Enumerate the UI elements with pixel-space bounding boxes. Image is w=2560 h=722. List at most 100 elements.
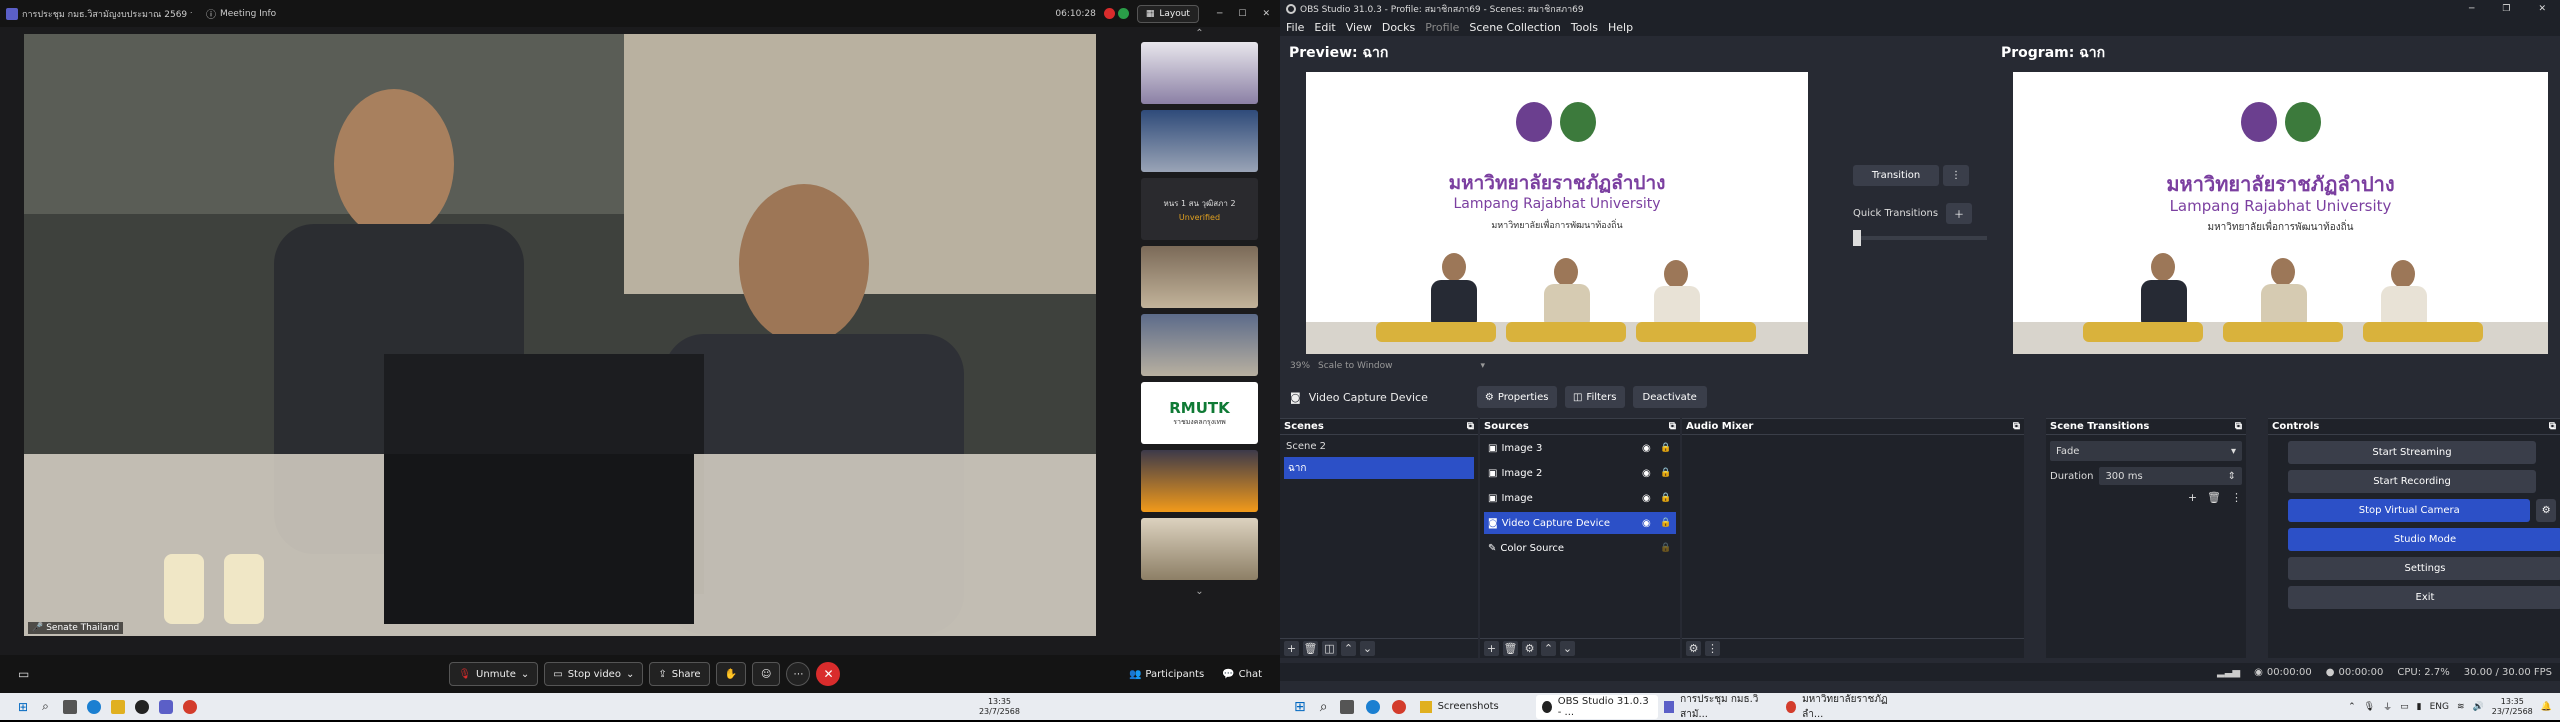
menu-view[interactable]: View (1346, 21, 1372, 34)
gear-icon[interactable]: ⚙ (1686, 641, 1701, 656)
kebab-icon[interactable]: ⋮ (2231, 491, 2242, 504)
preview-canvas[interactable]: มหาวิทยาลัยราชภัฏลำปาง Lampang Rajabhat … (1306, 72, 1808, 354)
minimize-icon[interactable]: ─ (1217, 9, 1222, 19)
menu-docks[interactable]: Docks (1382, 21, 1415, 34)
minimize-icon[interactable]: ─ (2469, 4, 2474, 14)
scene-item-selected[interactable]: ฉาก (1284, 457, 1474, 479)
lock-icon[interactable]: 🔒 (1660, 543, 1676, 553)
start-streaming-button[interactable]: Start Streaming (2288, 441, 2536, 464)
maximize-icon[interactable]: ❐ (2502, 4, 2510, 14)
move-down-icon[interactable]: ⌄ (1360, 641, 1375, 656)
move-up-icon[interactable]: ⌃ (1541, 641, 1556, 656)
wifi-icon[interactable]: ≋ (2457, 702, 2465, 712)
menu-tools[interactable]: Tools (1571, 21, 1598, 34)
gallery-down-icon[interactable]: ⌄ (1141, 586, 1258, 597)
notification-icon[interactable]: 🔔 (2541, 702, 2552, 712)
participant-tile[interactable] (1141, 314, 1258, 376)
windows-start-icon[interactable]: ⊞ (18, 700, 28, 714)
move-down-icon[interactable]: ⌄ (1560, 641, 1575, 656)
edge-icon[interactable] (1365, 699, 1380, 714)
undock-icon[interactable]: ⧉ (2549, 421, 2556, 432)
task-view-icon[interactable] (1339, 699, 1354, 714)
exit-button[interactable]: Exit (2288, 586, 2560, 609)
undock-icon[interactable]: ⧉ (2013, 421, 2020, 432)
settings-button[interactable]: Settings (2288, 557, 2560, 580)
undock-icon[interactable]: ⧉ (1467, 421, 1474, 432)
menu-scene-collection[interactable]: Scene Collection (1469, 21, 1560, 34)
taskbar-app-chrome[interactable]: มหาวิทยาลัยราชภัฏลำ... (1780, 694, 1902, 720)
obs-taskbar-icon[interactable] (134, 699, 149, 714)
undock-icon[interactable]: ⧉ (1669, 421, 1676, 432)
volume-icon[interactable]: 🔊 (2473, 702, 2484, 712)
maximize-icon[interactable]: ☐ (1238, 9, 1246, 19)
participant-tile[interactable] (1141, 246, 1258, 308)
lock-icon[interactable]: 🔒 (1660, 493, 1676, 503)
transition-type-select[interactable]: Fade ▾ (2050, 441, 2242, 461)
virtual-camera-settings-button[interactable]: ⚙ (2536, 499, 2556, 522)
participant-tile[interactable] (1141, 42, 1258, 104)
reactions-button[interactable]: ☺ (752, 662, 781, 686)
search-icon[interactable]: ⌕ (1320, 699, 1328, 715)
usb-icon[interactable]: ⏚ (2383, 700, 2392, 713)
menu-file[interactable]: File (1286, 21, 1304, 34)
share-button[interactable]: ⇪ Share (649, 662, 710, 686)
eye-icon[interactable]: ◉ (1642, 443, 1656, 454)
source-item-selected[interactable]: ◙ Video Capture Device ◉ 🔒 (1484, 512, 1676, 534)
task-view-icon[interactable] (62, 699, 77, 714)
menu-edit[interactable]: Edit (1314, 21, 1335, 34)
lock-icon[interactable]: 🔒 (1660, 443, 1676, 453)
close-icon[interactable]: ✕ (2538, 4, 2546, 14)
captions-icon[interactable]: ▭ (18, 667, 29, 681)
more-button[interactable]: ⋯ (786, 662, 811, 686)
deactivate-button[interactable]: Deactivate (1632, 386, 1707, 408)
move-up-icon[interactable]: ⌃ (1341, 641, 1356, 656)
scale-mode-select[interactable]: Scale to Window (1318, 361, 1392, 371)
chat-button[interactable]: 💬 Chat (1222, 669, 1262, 680)
battery-icon[interactable]: ▮ (2417, 702, 2422, 712)
leave-button[interactable]: ✕ (816, 662, 841, 686)
start-recording-button[interactable]: Start Recording (2288, 470, 2536, 493)
trash-icon[interactable]: 🗑 (2207, 491, 2221, 504)
language-indicator[interactable]: ENG (2430, 702, 2449, 712)
kebab-icon[interactable]: ⋮ (1705, 641, 1720, 656)
chevron-up-icon[interactable]: ⌃ (2348, 702, 2356, 712)
transition-slider[interactable] (1853, 230, 1987, 246)
gallery-up-icon[interactable]: ⌃ (1141, 28, 1258, 42)
trash-icon[interactable]: 🗑 (1303, 641, 1318, 656)
chrome-icon[interactable] (182, 699, 197, 714)
chevron-down-icon[interactable]: ▾ (1480, 361, 1485, 371)
filter-icon[interactable]: ◫ (1322, 641, 1337, 656)
layout-button[interactable]: ▦ Layout (1136, 4, 1199, 23)
slider-handle[interactable] (1853, 230, 1861, 246)
source-item[interactable]: ▣ Image 3 ◉ 🔒 (1484, 437, 1676, 459)
participant-tile[interactable]: หนร 1 สน วุฒิสภา 2 Unverified (1141, 178, 1258, 240)
add-icon[interactable]: + (1484, 641, 1499, 656)
source-item[interactable]: ✎ Color Source 🔒 (1484, 537, 1676, 559)
file-explorer-icon[interactable] (110, 699, 125, 714)
taskbar-app-teams[interactable]: การประชุม กมธ.วิสามั... (1658, 694, 1780, 720)
add-icon[interactable]: + (2188, 491, 2197, 504)
network-icon[interactable]: ▭ (2400, 702, 2409, 712)
participants-button[interactable]: 👥 Participants (1129, 669, 1204, 680)
meeting-info-button[interactable]: Meeting Info (220, 9, 276, 19)
teams-taskbar-icon[interactable] (158, 699, 173, 714)
participant-tile[interactable]: RMUTK ราชมงคลกรุงเทพ (1141, 382, 1258, 444)
taskbar-app-screenshots[interactable]: Screenshots (1414, 695, 1536, 719)
menu-help[interactable]: Help (1608, 21, 1633, 34)
lock-icon[interactable]: 🔒 (1660, 468, 1676, 478)
eye-icon[interactable]: ◉ (1642, 518, 1656, 529)
transition-button[interactable]: Transition (1853, 165, 1939, 186)
right-clock[interactable]: 13:35 23/7/2568 (2492, 697, 2533, 717)
eye-icon[interactable]: ◉ (1642, 468, 1656, 479)
source-item[interactable]: ▣ Image 2 ◉ 🔒 (1484, 462, 1676, 484)
spinner-icon[interactable]: ⇕ (2228, 471, 2236, 482)
studio-mode-button[interactable]: Studio Mode (2288, 528, 2560, 551)
eye-icon[interactable]: ◉ (1642, 493, 1656, 504)
filters-button[interactable]: ◫ Filters (1564, 386, 1625, 408)
chrome-icon[interactable] (1391, 699, 1406, 714)
transition-more-button[interactable]: ⋮ (1943, 165, 1969, 186)
raise-hand-button[interactable]: ✋ (715, 662, 747, 686)
duration-input[interactable]: 300 ms ⇕ (2099, 467, 2242, 485)
edge-icon[interactable] (86, 699, 101, 714)
participant-tile[interactable] (1141, 450, 1258, 512)
